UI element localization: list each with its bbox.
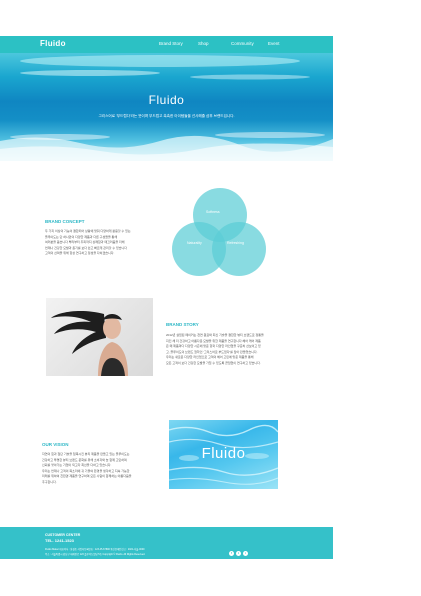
customer-center-label: CUSTOMER CENTER: [45, 533, 81, 537]
model-hair-photo: [46, 298, 153, 376]
venn-label-naturality: Naturality: [187, 241, 202, 245]
instagram-icon[interactable]: i: [243, 551, 248, 556]
page: Fluido Brand Story Shop Community Event …: [0, 36, 333, 559]
top-nav-bar: Fluido Brand Story Shop Community Event: [0, 36, 333, 53]
footer: CUSTOMER CENTER TEL. 1241-1523 Fluido Ma…: [0, 527, 333, 559]
customer-center-phone: TEL. 1241-1523: [45, 538, 74, 543]
venn-label-softness: Softness: [206, 210, 220, 214]
footer-company-info: Fluido Maker 대표이사 : 홍길동 사업자등록번호 : 123-45…: [45, 548, 145, 551]
brand-concept-text: 두 가지 이상의 기능이 결합되어 상황에 맞춰 다양하게 활용할 수 있는 플…: [45, 229, 157, 257]
venn-circle-refreshing: [212, 222, 266, 276]
story-line: 모든 고객이 보다 건강한 모발을 가질 수 있도록 끊임없이 연구하고 있습니…: [166, 360, 261, 365]
brand-concept-title: BRAND CONCEPT: [45, 219, 85, 224]
brand-logo[interactable]: Fluido: [40, 39, 66, 48]
brand-story-title: BRAND STORY: [166, 322, 199, 327]
brand-concept-venn-diagram: Softness Naturality Refreshing: [170, 186, 270, 276]
our-vision-text: 자연의 힘과 첨단 기술을 접목시킨 뷰티 제품을 만들고 있는 플루이도는 건…: [42, 452, 158, 486]
vision-line: 추구합니다.: [42, 479, 57, 484]
nav-event[interactable]: Event: [268, 41, 280, 46]
hero-title: Fluido: [148, 93, 185, 107]
vision-image-logo: Fluido: [201, 445, 246, 462]
hero-water-texture: [0, 55, 333, 161]
facebook-icon[interactable]: f: [229, 551, 234, 556]
our-vision-title: OUR VISION: [42, 442, 69, 447]
hero-subtitle: 그리스어로 '부드럽다'라는 뜻이며 부드럽고 촉촉한 아이템들을 선사해줄 샴…: [98, 114, 235, 118]
footer-address: 주소 : 서울특별시 강남구 테헤란로 123 플루이도빌딩 5층 Copyri…: [45, 553, 146, 556]
nav-community[interactable]: Community: [231, 41, 254, 46]
nav-shop[interactable]: Shop: [198, 41, 209, 46]
nav-brand-story[interactable]: Brand Story: [159, 41, 183, 46]
concept-line: 고객의 선택을 위해 항상 연구하고 정성을 다하겠습니다.: [45, 251, 115, 256]
vision-water-image: Fluido: [169, 420, 278, 489]
venn-label-refreshing: Refreshing: [227, 241, 244, 245]
hero-banner: Fluido 그리스어로 '부드럽다'라는 뜻이며 부드럽고 촉촉한 아이템들을…: [0, 53, 333, 161]
twitter-icon[interactable]: t: [236, 551, 241, 556]
brand-story-text: 2012년 설립된 메이커는 천연 원료와 최신 기술을 결합한 뷰티 브랜드로…: [166, 333, 286, 367]
